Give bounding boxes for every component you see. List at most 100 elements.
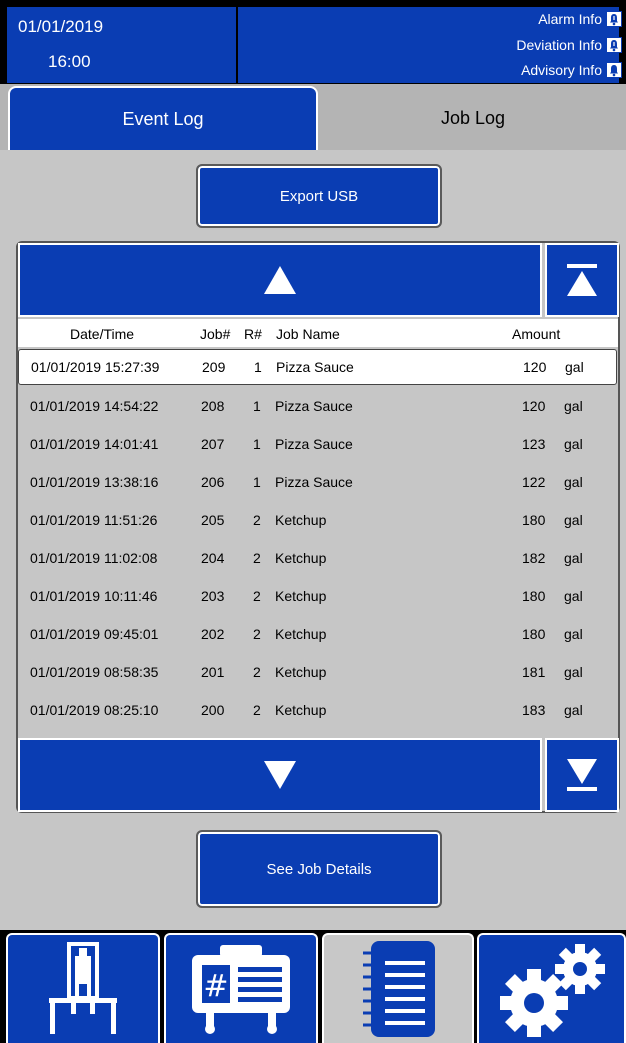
alarm-info-link[interactable]: Alarm Info	[538, 11, 602, 27]
row-recipe-number: 1	[254, 359, 262, 375]
row-amount: 123	[522, 436, 546, 452]
row-job-name: Ketchup	[275, 588, 327, 604]
gears-icon	[499, 944, 605, 1037]
row-job-name: Pizza Sauce	[276, 359, 354, 375]
table-row[interactable]: 01/01/2019 08:25:10 200 2 Ketchup 183 ga…	[18, 692, 615, 726]
row-job-name: Pizza Sauce	[275, 474, 353, 490]
row-unit: gal	[564, 702, 583, 718]
row-recipe-number: 2	[253, 588, 261, 604]
row-job-number: 209	[202, 359, 226, 375]
nav-settings-button[interactable]	[477, 933, 626, 1043]
scroll-up-button[interactable]	[18, 243, 542, 317]
row-amount: 120	[522, 398, 546, 414]
row-job-number: 200	[201, 702, 225, 718]
table-row[interactable]: 01/01/2019 15:27:39 209 1 Pizza Sauce 12…	[18, 349, 617, 385]
col-job-number: Job#	[200, 326, 231, 342]
export-usb-button[interactable]: Export USB	[196, 164, 442, 228]
row-job-name: Ketchup	[275, 626, 327, 642]
arrow-down-icon	[264, 761, 296, 789]
table-row[interactable]: 01/01/2019 14:01:41 207 1 Pizza Sauce 12…	[18, 426, 615, 460]
job-log-rows: 01/01/2019 15:27:39 209 1 Pizza Sauce 12…	[18, 347, 618, 737]
table-row[interactable]: 01/01/2019 14:54:22 208 1 Pizza Sauce 12…	[18, 388, 615, 422]
job-card-icon: #	[192, 945, 290, 1034]
row-recipe-number: 2	[253, 626, 261, 642]
row-datetime: 01/01/2019 14:54:22	[30, 398, 159, 414]
table-row[interactable]: 01/01/2019 11:02:08 204 2 Ketchup 182 ga…	[18, 540, 615, 574]
row-unit: gal	[565, 359, 584, 375]
row-job-name: Ketchup	[275, 512, 327, 528]
jump-bottom-icon	[567, 759, 597, 791]
row-unit: gal	[564, 664, 583, 680]
row-amount: 183	[522, 702, 546, 718]
row-amount: 181	[522, 664, 546, 680]
tab-job-log[interactable]: Job Log	[322, 86, 624, 150]
row-job-number: 206	[201, 474, 225, 490]
row-datetime: 01/01/2019 14:01:41	[30, 436, 159, 452]
table-row[interactable]: 01/01/2019 11:51:26 205 2 Ketchup 180 ga…	[18, 502, 615, 536]
row-recipe-number: 2	[253, 512, 261, 528]
row-recipe-number: 2	[253, 664, 261, 680]
deviation-bell-icon[interactable]	[606, 37, 622, 53]
row-recipe-number: 1	[253, 474, 261, 490]
col-recipe-number: R#	[244, 326, 262, 342]
table-row[interactable]: 01/01/2019 08:58:35 201 2 Ketchup 181 ga…	[18, 654, 615, 688]
row-recipe-number: 1	[253, 398, 261, 414]
row-amount: 180	[522, 588, 546, 604]
row-job-number: 207	[201, 436, 225, 452]
notebook-icon	[363, 941, 435, 1037]
row-amount: 182	[522, 550, 546, 566]
row-recipe-number: 2	[253, 702, 261, 718]
row-datetime: 01/01/2019 15:27:39	[31, 359, 160, 375]
column-header: Date/Time Job# R# Job Name Amount	[18, 319, 618, 347]
scroll-top-button[interactable]	[545, 243, 619, 317]
scroll-down-button[interactable]	[18, 738, 542, 812]
row-amount: 180	[522, 626, 546, 642]
table-row[interactable]: 01/01/2019 10:11:46 203 2 Ketchup 180 ga…	[18, 578, 615, 612]
row-datetime: 01/01/2019 11:51:26	[30, 512, 158, 528]
header-time: 16:00	[48, 52, 91, 71]
svg-text:#: #	[203, 969, 228, 1004]
nav-log-button[interactable]	[322, 933, 474, 1043]
row-unit: gal	[564, 626, 583, 642]
col-job-name: Job Name	[276, 326, 340, 342]
tab-event-log[interactable]: Event Log	[8, 86, 318, 150]
deviation-info-link[interactable]: Deviation Info	[516, 37, 602, 53]
alarm-bell-icon[interactable]	[606, 11, 622, 27]
row-job-name: Pizza Sauce	[275, 398, 353, 414]
row-datetime: 01/01/2019 10:11:46	[30, 588, 158, 604]
scroll-bottom-button[interactable]	[545, 738, 619, 812]
row-job-name: Ketchup	[275, 550, 327, 566]
row-amount: 180	[522, 512, 546, 528]
table-row[interactable]: 01/01/2019 09:45:01 202 2 Ketchup 180 ga…	[18, 616, 615, 650]
row-datetime: 01/01/2019 11:02:08	[30, 550, 158, 566]
row-job-name: Ketchup	[275, 664, 327, 680]
row-unit: gal	[564, 474, 583, 490]
row-recipe-number: 1	[253, 436, 261, 452]
row-unit: gal	[564, 588, 583, 604]
nav-lift-button[interactable]	[6, 933, 160, 1043]
col-amount: Amount	[512, 326, 561, 342]
row-job-name: Pizza Sauce	[275, 436, 353, 452]
row-job-name: Ketchup	[275, 702, 327, 718]
table-row[interactable]: 01/01/2019 13:38:16 206 1 Pizza Sauce 12…	[18, 464, 615, 498]
row-amount: 122	[522, 474, 546, 490]
row-amount: 120	[523, 359, 547, 375]
row-job-number: 201	[201, 664, 225, 680]
header-date: 01/01/2019	[18, 17, 104, 36]
lift-icon	[49, 942, 117, 1034]
nav-jobs-button[interactable]: #	[164, 933, 318, 1043]
row-datetime: 01/01/2019 08:25:10	[30, 702, 159, 718]
col-datetime: Date/Time	[70, 326, 135, 342]
row-datetime: 01/01/2019 09:45:01	[30, 626, 159, 642]
see-job-details-button[interactable]: See Job Details	[196, 830, 442, 908]
row-job-number: 203	[201, 588, 225, 604]
advisory-info-link[interactable]: Advisory Info	[521, 62, 602, 78]
row-job-number: 205	[201, 512, 225, 528]
row-job-number: 202	[201, 626, 225, 642]
row-unit: gal	[564, 550, 583, 566]
advisory-bell-icon[interactable]	[606, 62, 622, 78]
jump-top-icon	[567, 264, 597, 296]
row-datetime: 01/01/2019 13:38:16	[30, 474, 159, 490]
arrow-up-icon	[264, 266, 296, 294]
row-recipe-number: 2	[253, 550, 261, 566]
